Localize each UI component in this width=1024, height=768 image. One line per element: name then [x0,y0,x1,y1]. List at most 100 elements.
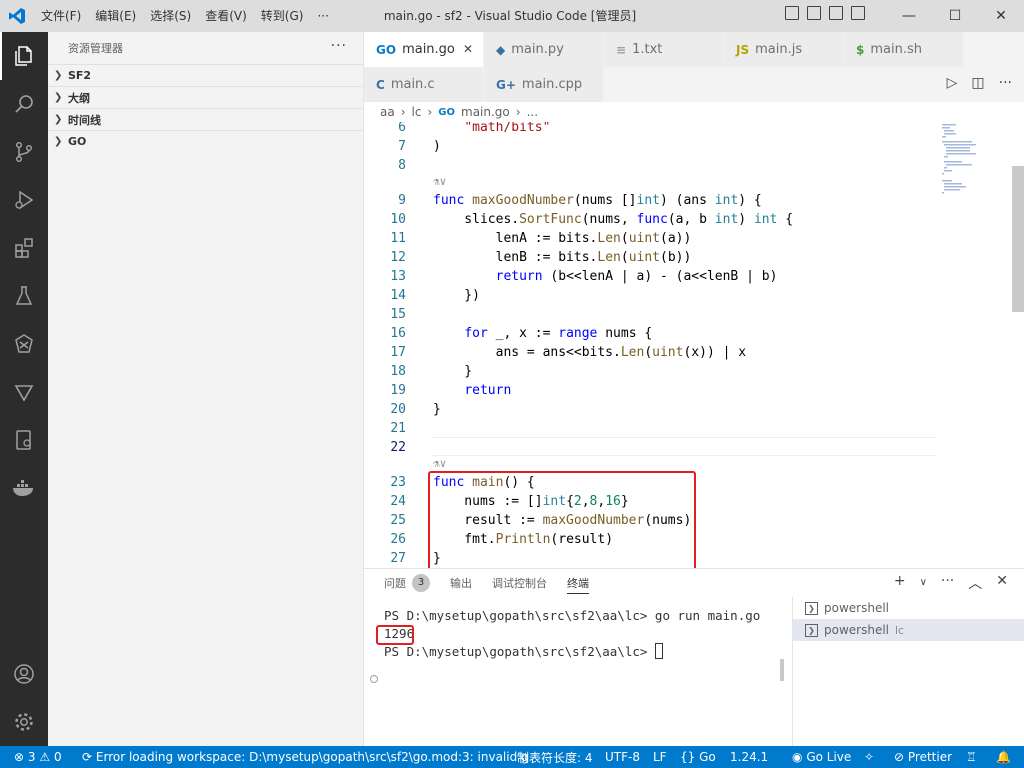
remote-explorer-icon[interactable] [0,416,48,464]
code-line: 19 return [364,381,770,400]
docker-icon[interactable] [0,464,48,512]
tab-main-js[interactable]: JS main.js [724,32,844,67]
editor-actions: ▷ ◫ ··· [947,75,1012,91]
breadcrumb-file[interactable]: main.go [461,105,510,119]
tab-size-status[interactable]: 制表符长度: 4 [517,749,593,766]
code-editor[interactable]: 6 "math/bits" 7) 8 9 func maxGoodNumber(nums… [364,122,1024,568]
breadcrumb-folder-aa[interactable]: aa [380,105,395,119]
line-number: 20 [390,402,406,417]
notifications-bell-icon[interactable]: 🔔 [996,750,1011,764]
breadcrumb-folder-lc[interactable]: lc [412,105,422,119]
editor-scrollbar[interactable] [1012,166,1024,312]
editor-tabs: GO main.go ✕ ◆ main.py ≡ 1.txt JS main.js $ main.s… [364,32,1024,102]
toggle-panel-icon[interactable] [807,6,821,20]
terminal-item[interactable]: ❯ powershell lc [793,619,1024,641]
sidebar-section-timeline[interactable]: ❯ 时间线 [48,108,363,130]
codegeex-icon[interactable] [0,320,48,368]
settings-gear-icon[interactable] [0,698,48,746]
command-decoration-icon[interactable] [370,675,378,683]
line-number: 9 [398,193,406,208]
line-number: 17 [390,345,406,360]
chevron-down-icon[interactable]: ∨ [920,573,927,593]
go-version-status[interactable]: 1.24.1 [730,750,768,764]
extensions-icon[interactable] [0,224,48,272]
tab-main-sh[interactable]: $ main.sh [844,32,964,67]
close-panel-icon[interactable]: ✕ [996,573,1008,593]
breadcrumb-separator: › [427,105,433,119]
terminal-scrollbar[interactable] [780,659,784,681]
maximize-button[interactable]: ☐ [932,0,978,32]
search-icon[interactable] [0,80,48,128]
code-text: return [464,383,512,398]
tab-1-txt[interactable]: ≡ 1.txt [604,32,724,67]
source-control-icon[interactable] [0,128,48,176]
tab-label: main.sh [870,42,922,57]
customize-layout-icon[interactable] [851,6,865,20]
tab-problems[interactable]: 问题 3 [384,569,430,597]
menu-edit[interactable]: 编辑(E) [88,0,143,32]
panel-actions: + ∨ ··· ︿ ✕ [894,573,1008,593]
code-text: slices.SortFunc(nums, func(a, b int) int… [433,212,794,227]
accounts-icon[interactable] [0,650,48,698]
run-debug-icon[interactable] [0,176,48,224]
codelens-icon[interactable]: ⚗∨ [433,172,446,191]
sidebar-section-sf2[interactable]: ❯ SF2 [48,64,363,86]
menu-bar: 文件(F) 编辑(E) 选择(S) 查看(V) 转到(G) ··· [34,0,336,32]
tab-output[interactable]: 输出 [450,569,472,597]
toggle-secondary-sidebar-icon[interactable] [829,6,843,20]
line-number: 7 [398,139,406,154]
tab-main-go[interactable]: GO main.go ✕ [364,32,484,67]
run-file-icon[interactable]: ▷ [947,75,958,91]
filter-triangle-icon[interactable] [0,368,48,416]
prettier-status[interactable]: ⊘ Prettier [894,750,952,764]
highlight-box-output [376,625,414,645]
more-actions-icon[interactable]: ··· [999,75,1012,91]
menu-more[interactable]: ··· [310,0,335,32]
minimize-button[interactable]: — [886,0,932,32]
menu-selection[interactable]: 选择(S) [143,0,198,32]
menu-view[interactable]: 查看(V) [198,0,254,32]
code-text: for _, x := range nums { [464,326,653,341]
sidebar-section-outline[interactable]: ❯ 大纲 [48,86,363,108]
minimap[interactable] [940,122,1010,568]
testing-flask-icon[interactable] [0,272,48,320]
toggle-primary-sidebar-icon[interactable] [785,6,799,20]
maximize-panel-icon[interactable]: ︿ [968,573,982,593]
sidebar-section-go[interactable]: ❯ GO [48,130,363,152]
close-window-button[interactable]: ✕ [978,0,1024,32]
check-circle-icon: ⊘ [894,750,905,764]
terminal-item[interactable]: ❯ powershell [793,597,1024,619]
new-terminal-icon[interactable]: + [894,573,906,593]
line-number: 11 [390,231,406,246]
tab-main-c[interactable]: Cmain.c [364,67,484,102]
line-number: 24 [390,494,406,509]
tab-main-cpp[interactable]: G+ main.cpp [484,67,604,102]
tab-main-py[interactable]: ◆ main.py [484,32,604,67]
close-tab-icon[interactable]: ✕ [463,42,473,56]
problems-status[interactable]: ⊗ 3 ⚠ 0 [14,750,62,764]
eol-status[interactable]: LF [653,750,667,764]
terminal[interactable]: PS D:\mysetup\gopath\src\sf2\aa\lc> go r… [364,597,792,747]
code-line: 11 lenA := bits.Len(uint(a)) [364,229,770,248]
split-editor-icon[interactable]: ◫ [971,75,984,91]
codegeex-status-icon[interactable]: ✧ [864,750,874,764]
menu-file[interactable]: 文件(F) [34,0,88,32]
encoding-status[interactable]: UTF-8 [605,750,640,764]
breadcrumb-symbols[interactable]: ... [527,105,538,119]
tab-terminal[interactable]: 终端 [567,569,589,597]
sidebar-more-icon[interactable]: ··· [331,38,347,54]
terminal-list: ❯ powershell ❯ powershell lc [792,597,1024,747]
language-status[interactable]: {} Go [680,750,716,764]
workspace-status[interactable]: ⟳ Error loading workspace: D:\mysetup\go… [82,750,529,764]
code-line: 18 } [364,362,770,381]
code-line: 17 ans = ans<<bits.Len(uint(x)) | x [364,343,770,362]
golive-status[interactable]: ◉ Go Live [792,750,851,764]
line-number: 6 [398,122,406,135]
tab-debug-console[interactable]: 调试控制台 [492,569,547,597]
menu-go[interactable]: 转到(G) [254,0,311,32]
line-number: 15 [390,307,406,322]
more-actions-icon[interactable]: ··· [941,573,954,593]
account-status-icon[interactable]: ♖ [966,750,977,764]
title-bar: 文件(F) 编辑(E) 选择(S) 查看(V) 转到(G) ··· main.g… [0,0,1024,32]
explorer-icon[interactable] [0,32,48,80]
